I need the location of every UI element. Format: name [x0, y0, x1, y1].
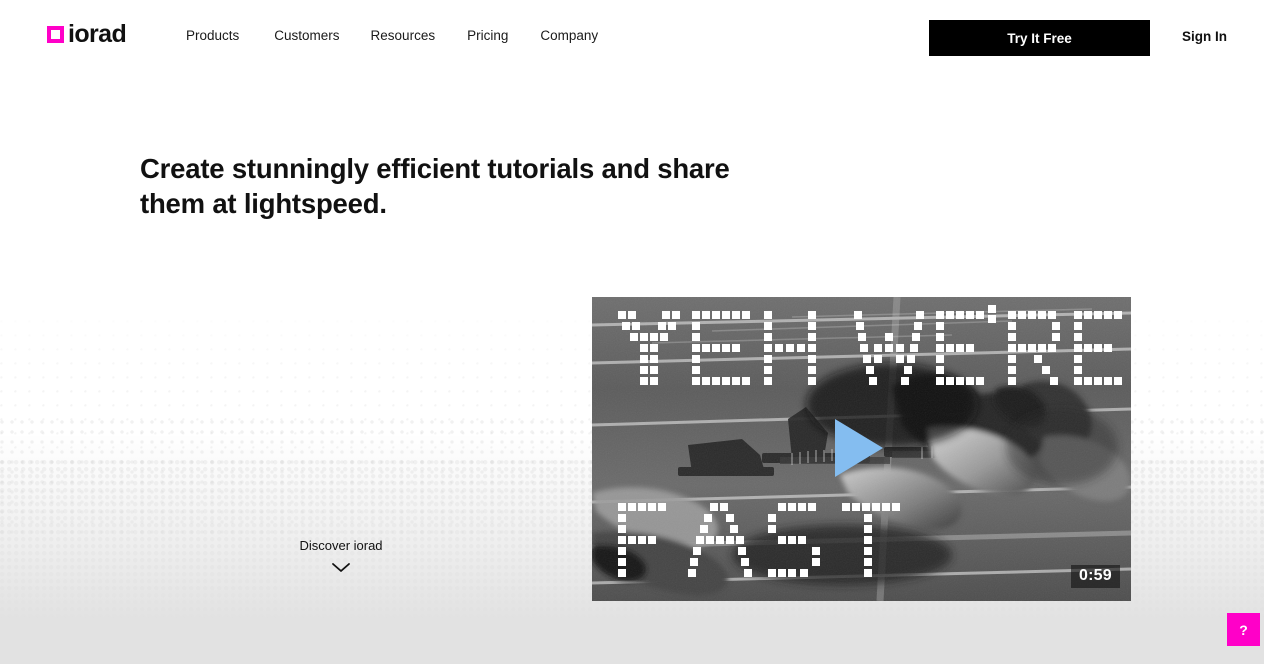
logo[interactable]: iorad: [47, 20, 127, 48]
sign-in-link[interactable]: Sign In: [1182, 29, 1227, 44]
page-title: Create stunningly efficient tutorials an…: [140, 153, 730, 220]
main-navigation: Products Customers Resources Pricing Com…: [186, 28, 598, 43]
nav-item-pricing[interactable]: Pricing: [467, 28, 540, 43]
square-outline-icon: [47, 26, 64, 43]
try-it-free-button[interactable]: Try It Free: [929, 20, 1150, 56]
video-duration-badge: 0:59: [1071, 565, 1120, 588]
logo-text: iorad: [68, 20, 127, 48]
nav-item-customers[interactable]: Customers: [274, 28, 370, 43]
play-triangle-icon[interactable]: [835, 419, 883, 477]
nav-item-products[interactable]: Products: [186, 28, 274, 43]
site-header: iorad Products Customers Resources Prici…: [0, 0, 1264, 76]
help-button[interactable]: ?: [1227, 613, 1260, 646]
chevron-down-icon: [270, 562, 412, 573]
page-root: iorad Products Customers Resources Prici…: [0, 0, 1264, 664]
discover-iorad-link[interactable]: Discover iorad: [270, 538, 412, 573]
discover-label: Discover iorad: [299, 538, 383, 553]
nav-item-company[interactable]: Company: [540, 28, 598, 43]
nav-item-resources[interactable]: Resources: [371, 28, 468, 43]
